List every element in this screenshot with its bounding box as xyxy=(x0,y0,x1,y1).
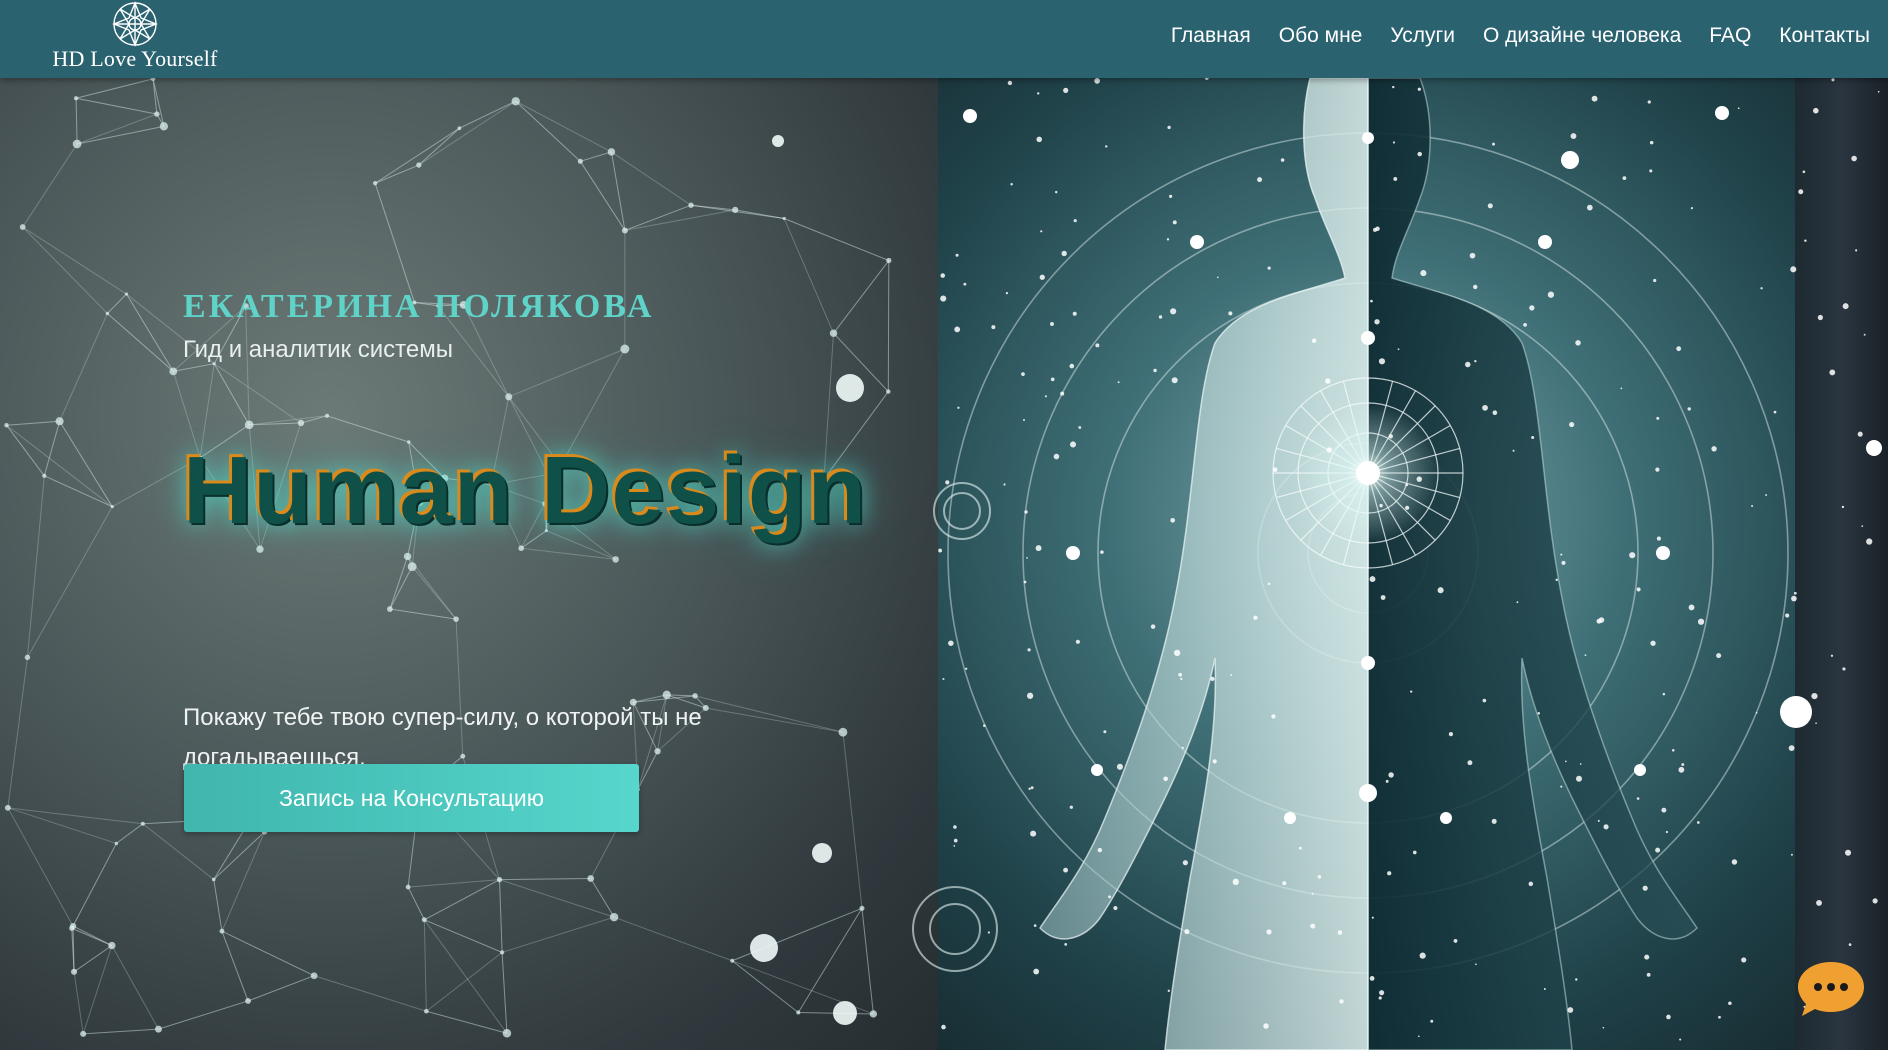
nav-item-services[interactable]: Услуги xyxy=(1376,22,1469,50)
hero-headline: Human Design xyxy=(183,437,868,544)
human-energy-figure-illustration xyxy=(912,78,1882,1050)
site-header: HD Love Yourself Главная Обо мне Услуги … xyxy=(0,0,1888,78)
logo-mandala-icon xyxy=(112,1,158,47)
hero-section: ЕКАТЕРИНА ПОЛЯКОВА Гид и аналитик систем… xyxy=(0,78,1888,1050)
nav-item-contacts[interactable]: Контакты xyxy=(1765,22,1884,50)
nav-item-about[interactable]: Обо мне xyxy=(1265,22,1377,50)
main-nav: Главная Обо мне Услуги О дизайне человек… xyxy=(1157,22,1884,50)
author-role: Гид и аналитик системы xyxy=(183,336,453,363)
logo-text: HD Love Yourself xyxy=(52,46,218,71)
nav-item-human-design[interactable]: О дизайне человека xyxy=(1469,22,1695,50)
book-consultation-button[interactable]: Запись на Консультацию xyxy=(184,764,639,832)
site-logo[interactable]: HD Love Yourself xyxy=(50,0,220,76)
nav-item-faq[interactable]: FAQ xyxy=(1695,22,1765,50)
nav-item-home[interactable]: Главная xyxy=(1157,22,1265,50)
chat-widget-button[interactable] xyxy=(1796,958,1866,1018)
author-name: ЕКАТЕРИНА ПОЛЯКОВА xyxy=(183,288,655,325)
chat-bubble-icon xyxy=(1798,962,1864,1016)
